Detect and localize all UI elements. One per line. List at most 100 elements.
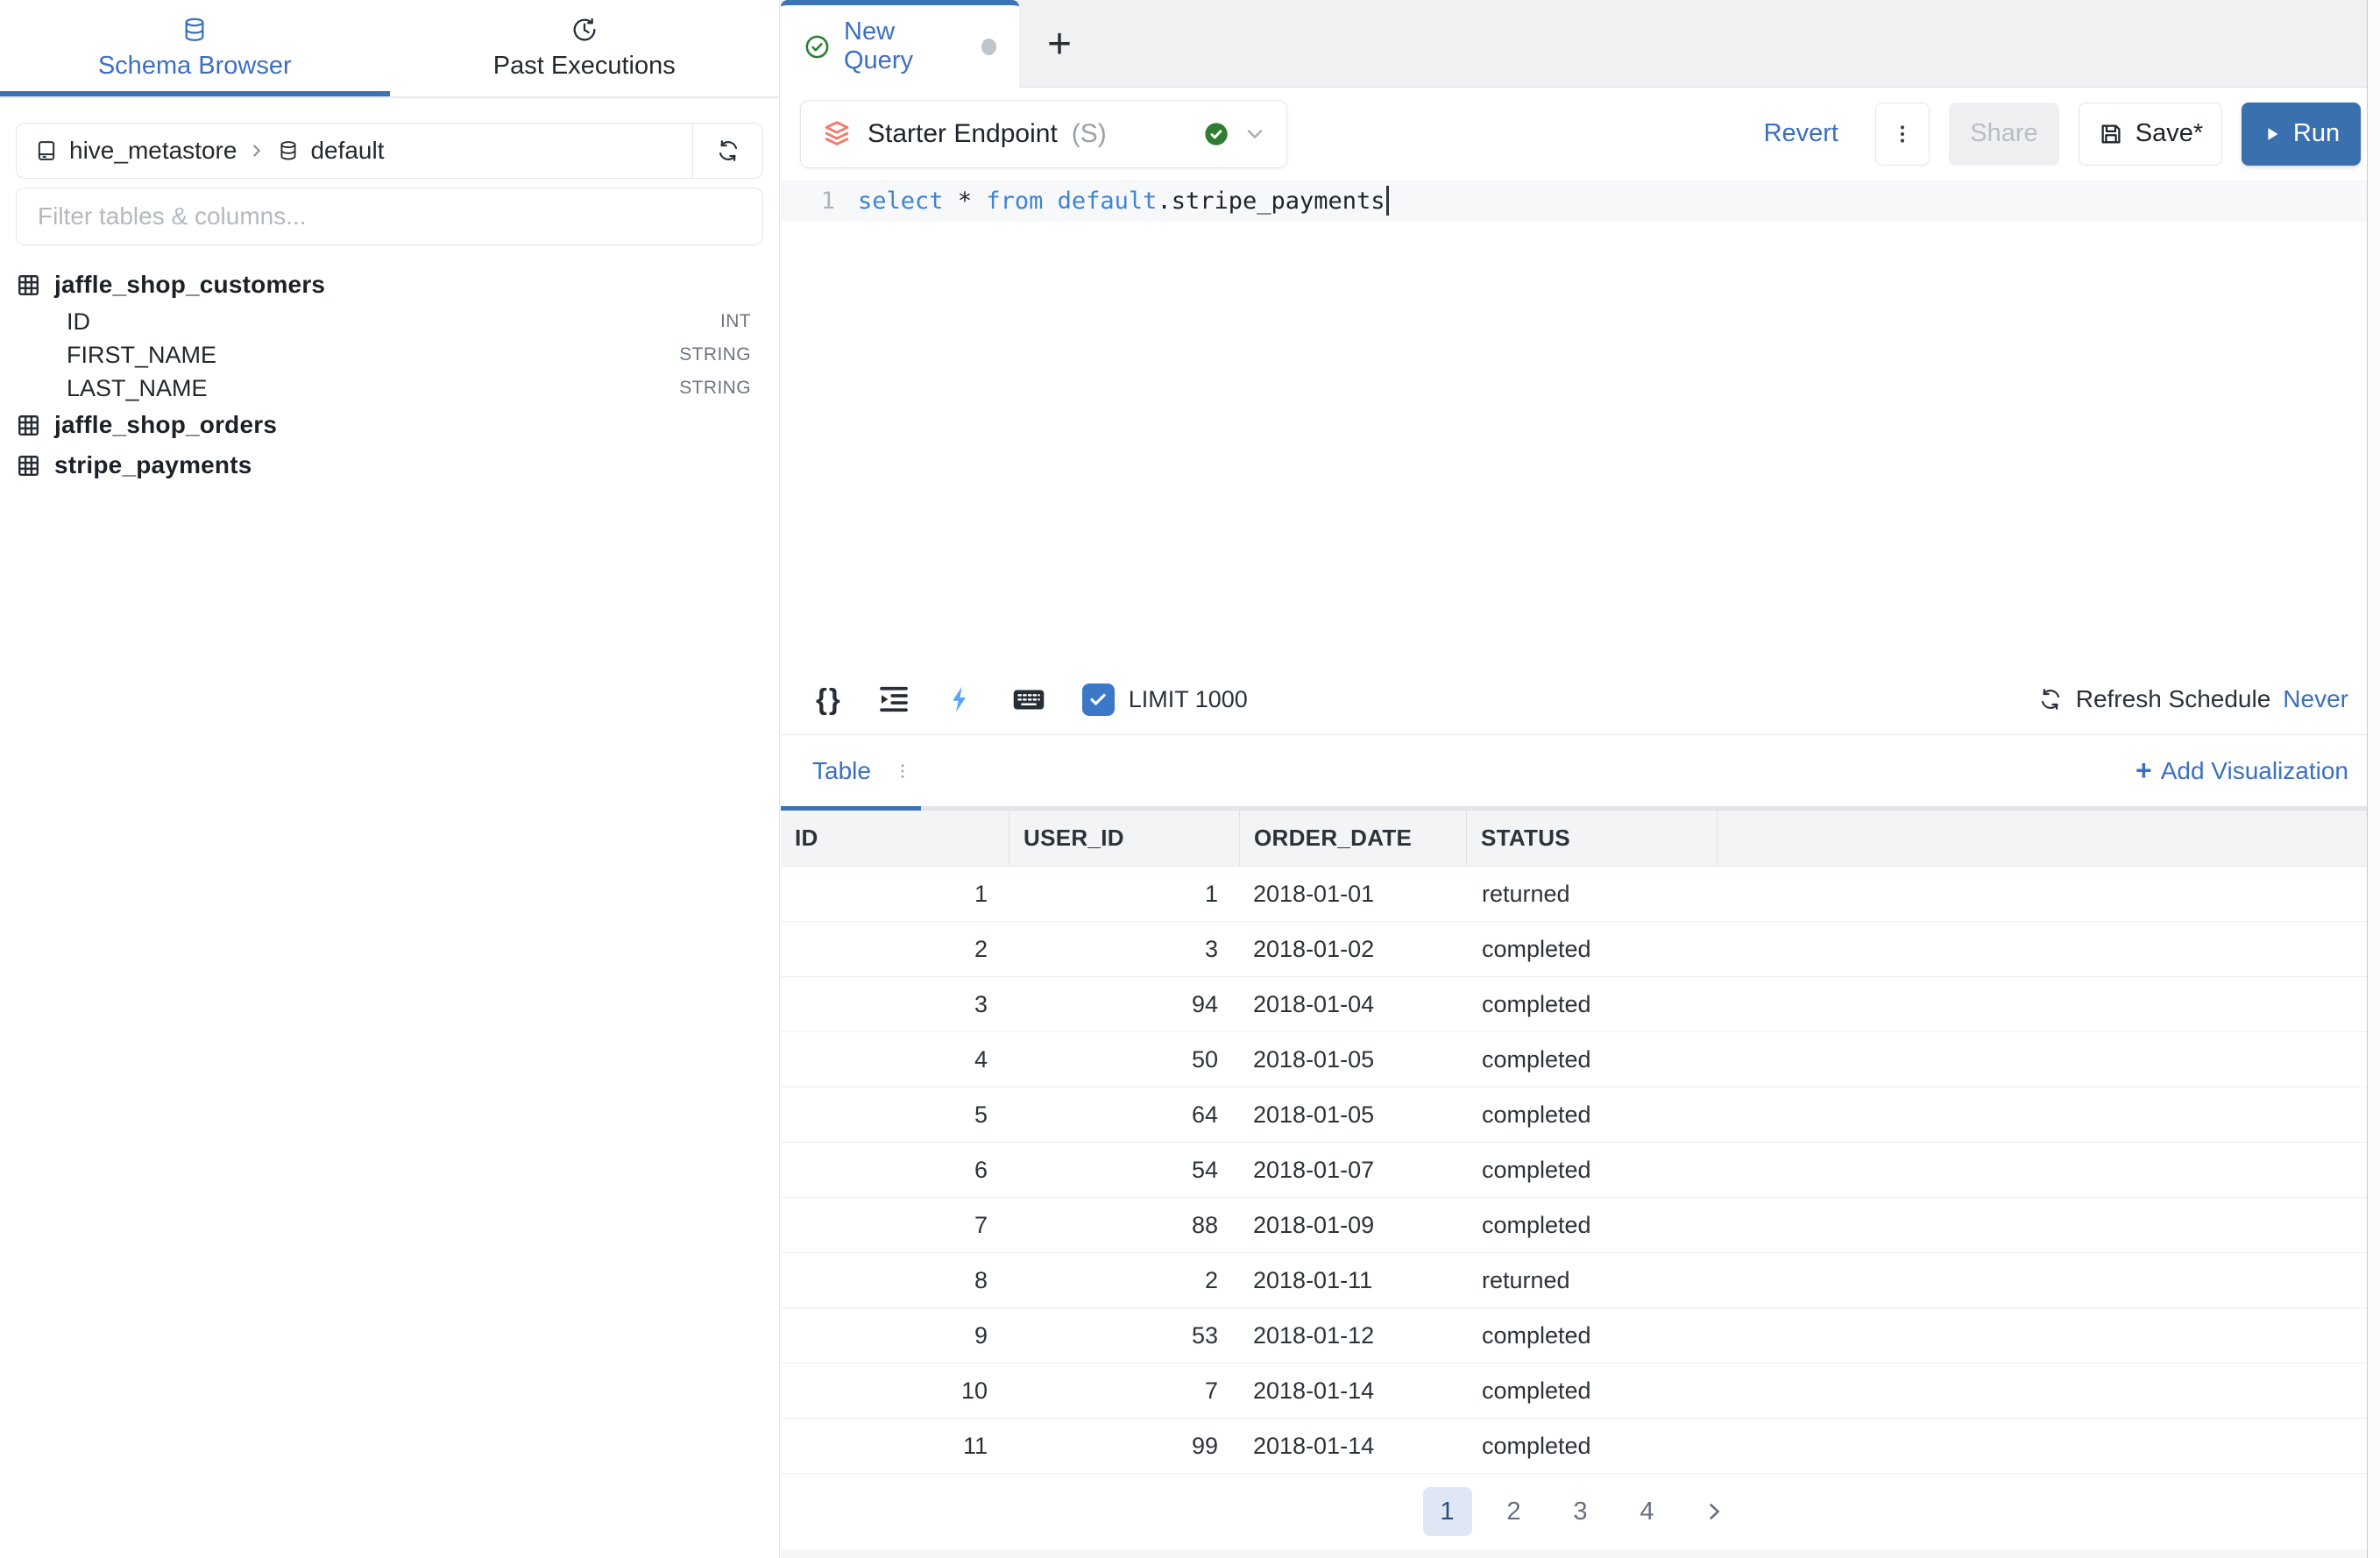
endpoint-selector[interactable]: Starter Endpoint (S) <box>800 100 1287 168</box>
table-row: 5642018-01-05completed <box>781 1087 2380 1143</box>
tab-table-visualization[interactable]: Table <box>812 757 871 785</box>
column-name: FIRST_NAME <box>67 342 216 369</box>
page-button[interactable]: 4 <box>1623 1487 1672 1536</box>
refresh-schema-button[interactable] <box>692 124 762 178</box>
tab-label-past-executions: Past Executions <box>493 52 676 81</box>
visualization-kebab-icon[interactable] <box>894 762 911 780</box>
results-table-header: IDUSER_IDORDER_DATESTATUS <box>781 811 2380 867</box>
table-item[interactable]: stripe_payments <box>16 445 763 485</box>
cell-user-id: 53 <box>1009 1308 1239 1363</box>
table-grid-icon <box>16 273 41 298</box>
tab-schema-browser[interactable]: Schema Browser <box>0 0 390 96</box>
page-button[interactable]: 1 <box>1423 1487 1472 1536</box>
results-section: Table + Add Visualization IDUSER_IDORDER… <box>781 734 2380 1549</box>
play-icon <box>2263 124 2282 144</box>
scrollbar-track <box>2367 0 2380 1558</box>
cell-id: 3 <box>781 977 1009 1031</box>
cell-status: completed <box>1466 1363 1717 1418</box>
plus-icon: + <box>2136 754 2152 787</box>
sql-token: stripe_payments <box>1172 188 1385 215</box>
run-button[interactable]: Run <box>2242 103 2361 166</box>
line-number: 1 <box>781 188 858 215</box>
cell-user-id: 7 <box>1009 1363 1239 1418</box>
column-item[interactable]: FIRST_NAMESTRING <box>16 338 763 372</box>
cell-user-id: 94 <box>1009 977 1239 1031</box>
table-item[interactable]: jaffle_shop_customers <box>16 265 763 305</box>
cell-order-date: 2018-01-07 <box>1239 1143 1466 1197</box>
next-page-button[interactable] <box>1689 1487 1739 1536</box>
cell-id: 6 <box>781 1143 1009 1197</box>
table-row: 6542018-01-07completed <box>781 1143 2380 1198</box>
new-tab-button[interactable]: + <box>1019 0 1100 88</box>
add-visualization-button[interactable]: + Add Visualization <box>2136 754 2348 787</box>
revert-button[interactable]: Revert <box>1755 103 1847 166</box>
unsaved-indicator-dot <box>981 39 996 55</box>
column-type: STRING <box>679 378 763 399</box>
query-pane: New Query + Starter Endpoint (S) <box>781 0 2380 1558</box>
column-item[interactable]: IDINT <box>16 305 763 338</box>
indent-icon[interactable] <box>875 681 912 718</box>
database-icon <box>181 16 209 44</box>
format-braces-icon[interactable]: {} <box>816 683 842 716</box>
filter-input[interactable] <box>17 188 762 244</box>
table-row: 4502018-01-05completed <box>781 1032 2380 1087</box>
cell-status: returned <box>1466 1253 1717 1307</box>
cell-user-id: 54 <box>1009 1143 1239 1197</box>
table-name: stripe_payments <box>54 451 252 479</box>
sql-token: . <box>1157 188 1171 215</box>
save-button[interactable]: Save* <box>2079 103 2222 166</box>
table-row: 232018-01-02completed <box>781 922 2380 977</box>
column-header: ID <box>781 811 1009 866</box>
breadcrumb-catalog[interactable]: hive_metastore <box>69 137 237 165</box>
cell-order-date: 2018-01-12 <box>1239 1308 1466 1363</box>
history-clock-icon <box>570 16 599 44</box>
save-button-label: Save* <box>2136 119 2203 148</box>
cell-order-date: 2018-01-05 <box>1239 1032 1466 1087</box>
sql-code: select * from default.stripe_payments <box>858 186 1389 216</box>
limit-checkbox[interactable] <box>1082 683 1115 716</box>
tab-past-executions[interactable]: Past Executions <box>390 0 780 96</box>
cell-user-id: 1 <box>1009 867 1239 921</box>
share-button[interactable]: Share <box>1949 103 2059 166</box>
text-cursor <box>1386 186 1389 216</box>
refresh-schedule-value[interactable]: Never <box>2283 685 2348 713</box>
table-item[interactable]: jaffle_shop_orders <box>16 405 763 445</box>
breadcrumb-path[interactable]: hive_metastore default <box>17 137 692 165</box>
cell-id: 10 <box>781 1363 1009 1418</box>
cell-order-date: 2018-01-04 <box>1239 977 1466 1031</box>
column-name: LAST_NAME <box>67 375 208 402</box>
cell-id: 4 <box>781 1032 1009 1087</box>
column-header: ORDER_DATE <box>1239 811 1466 866</box>
cell-id: 9 <box>781 1308 1009 1363</box>
page-button[interactable]: 2 <box>1490 1487 1539 1536</box>
page-button[interactable]: 3 <box>1556 1487 1605 1536</box>
table-row: 11992018-01-14completed <box>781 1419 2380 1474</box>
kebab-icon <box>1891 123 1914 145</box>
table-grid-icon <box>16 413 41 438</box>
sql-token: from <box>986 188 1043 215</box>
tab-new-query[interactable]: New Query <box>781 0 1019 88</box>
cell-user-id: 50 <box>1009 1032 1239 1087</box>
cell-id: 7 <box>781 1198 1009 1252</box>
sql-editor-area[interactable] <box>781 222 2380 664</box>
column-type: INT <box>720 311 763 332</box>
cell-user-id: 3 <box>1009 922 1239 976</box>
breadcrumb: hive_metastore default <box>16 123 763 179</box>
more-actions-button[interactable] <box>1875 103 1930 166</box>
breadcrumb-schema[interactable]: default <box>310 137 384 165</box>
sql-token <box>972 188 986 215</box>
sql-editor-line[interactable]: 1 select * from default.stripe_payments <box>781 180 2380 222</box>
cell-order-date: 2018-01-01 <box>1239 867 1466 921</box>
refresh-schedule-label: Refresh Schedule <box>2076 685 2271 713</box>
refresh-schedule: Refresh Schedule Never <box>2037 685 2348 713</box>
sidebar-tabs: Schema Browser Past Executions <box>0 0 779 98</box>
endpoint-row: Starter Endpoint (S) Revert <box>781 88 2380 180</box>
column-item[interactable]: LAST_NAME STRING <box>16 372 763 405</box>
cell-order-date: 2018-01-11 <box>1239 1253 1466 1307</box>
lightning-icon[interactable] <box>946 684 975 714</box>
cell-order-date: 2018-01-02 <box>1239 922 1466 976</box>
limit-toggle[interactable]: LIMIT 1000 <box>1082 683 1248 716</box>
schema-tree: jaffle_shop_customersIDINTFIRST_NAMESTRI… <box>0 265 779 485</box>
keyboard-icon[interactable] <box>1009 679 1049 719</box>
table-name: jaffle_shop_customers <box>54 271 325 299</box>
